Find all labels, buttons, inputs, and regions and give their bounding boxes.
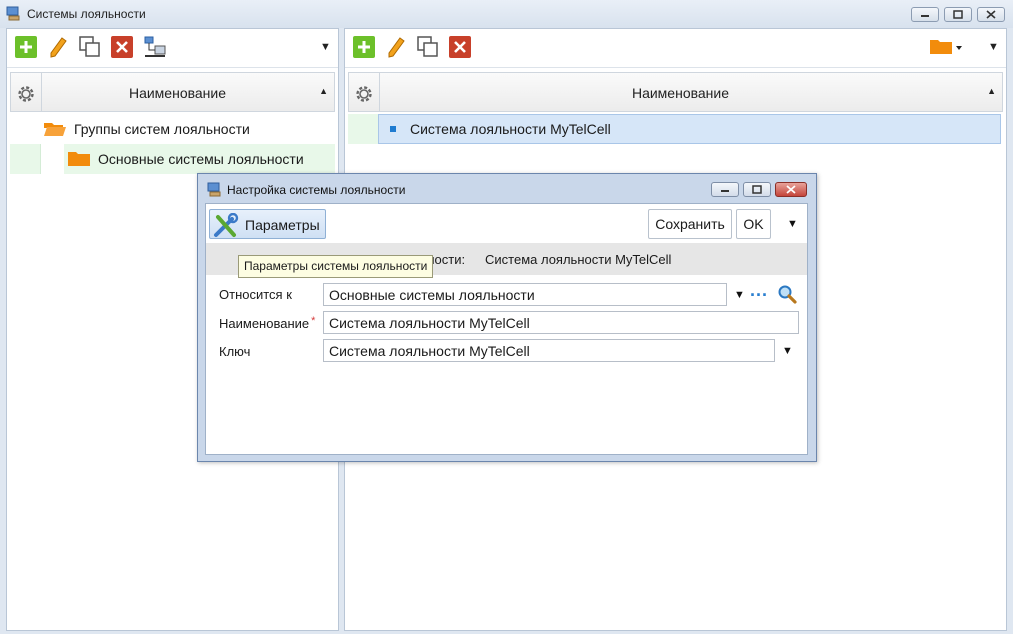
column-header-name[interactable]: Наименование <box>41 85 314 101</box>
systems-toolbar: ▼ <box>345 29 1006 68</box>
row-indicator <box>348 114 378 144</box>
belongs-to-label: Относится к <box>219 287 292 302</box>
copy-button[interactable] <box>79 36 101 58</box>
delete-icon <box>449 36 471 58</box>
delete-button[interactable] <box>449 36 471 58</box>
copy-icon <box>79 36 100 57</box>
table-row[interactable]: Система лояльности MyTelCell <box>348 114 1001 144</box>
dialog-maximize-button[interactable] <box>743 182 771 197</box>
copy-icon <box>417 36 438 57</box>
key-label: Ключ <box>219 344 251 359</box>
gear-icon <box>18 86 34 102</box>
app-computer-icon <box>207 182 221 197</box>
minimize-icon <box>721 190 729 192</box>
dialog-minimize-button[interactable] <box>711 182 739 197</box>
edit-button[interactable] <box>385 36 407 58</box>
add-button[interactable] <box>353 36 375 58</box>
copy-button[interactable] <box>417 36 439 58</box>
pencil-icon <box>388 37 405 58</box>
belongs-to-dropdown-arrow[interactable]: ▼ <box>734 289 745 301</box>
tree-item-label: Группы систем лояльности <box>74 121 250 137</box>
pencil-icon <box>50 37 67 58</box>
groups-grid-header: Наименование ▲ <box>10 72 335 112</box>
systems-grid-header: Наименование ▲ <box>348 72 1003 112</box>
row-indicator <box>10 144 41 174</box>
app-computer-icon <box>6 6 20 21</box>
belongs-to-select[interactable]: Основные системы лояльности <box>323 283 727 306</box>
name-label-text: Наименование <box>219 316 310 331</box>
sort-ascending-icon[interactable]: ▲ <box>319 86 328 96</box>
folder-filter-dropdown[interactable] <box>929 36 965 58</box>
close-window-button[interactable] <box>977 7 1005 22</box>
info-value: Система лояльности MyTelCell <box>485 252 672 267</box>
ok-button[interactable]: OK <box>736 209 771 239</box>
browse-dots-button[interactable]: ... <box>750 280 768 301</box>
tree-item-root-group[interactable]: Группы систем лояльности <box>10 114 335 144</box>
row-selection-highlight: Система лояльности MyTelCell <box>378 114 1001 144</box>
folder-icon <box>68 152 90 166</box>
dialog-close-button[interactable] <box>775 182 807 197</box>
close-icon <box>986 10 996 19</box>
params-button-label: Параметры <box>245 217 320 233</box>
column-settings-button[interactable] <box>11 73 42 111</box>
name-label: Наименование * <box>219 315 316 331</box>
sort-ascending-icon[interactable]: ▲ <box>987 86 996 96</box>
add-button[interactable] <box>15 36 37 58</box>
delete-button[interactable] <box>111 36 133 58</box>
window-titlebar: Системы лояльности <box>0 0 1013 28</box>
panel-menu-dropdown[interactable]: ▼ <box>320 41 331 53</box>
save-button[interactable]: Сохранить <box>648 209 732 239</box>
dialog-title: Настройка системы лояльности <box>227 183 406 197</box>
groups-toolbar: ▼ <box>7 29 338 68</box>
folder-open-icon <box>44 123 66 136</box>
folder-icon <box>930 40 962 54</box>
window-title: Системы лояльности <box>27 7 146 21</box>
tools-icon <box>214 213 239 237</box>
plus-icon <box>15 36 37 58</box>
dialog-body: Параметры Сохранить OK ▼ льности: Систем… <box>205 203 808 455</box>
plus-icon <box>353 36 375 58</box>
item-bullet-icon <box>390 126 396 132</box>
restore-icon <box>752 185 762 194</box>
key-dropdown-arrow[interactable]: ▼ <box>782 345 793 357</box>
minimize-button[interactable] <box>911 7 939 22</box>
name-input[interactable]: Система лояльности MyTelCell <box>323 311 799 334</box>
gear-icon <box>356 86 372 102</box>
required-marker: * <box>311 315 316 327</box>
search-icon[interactable] <box>777 284 797 304</box>
panel-menu-dropdown[interactable]: ▼ <box>988 41 999 53</box>
params-button[interactable]: Параметры <box>209 209 326 239</box>
restore-icon <box>953 10 963 19</box>
delete-icon <box>111 36 133 58</box>
tree-item-label: Основные системы лояльности <box>98 151 304 167</box>
column-header-name[interactable]: Наименование <box>379 85 982 101</box>
column-settings-button[interactable] <box>349 73 380 111</box>
hierarchy-button[interactable] <box>143 36 166 58</box>
minimize-icon <box>921 15 929 17</box>
maximize-button[interactable] <box>944 7 972 22</box>
close-icon <box>786 185 796 194</box>
network-tree-icon <box>144 36 166 57</box>
dialog-menu-dropdown[interactable]: ▼ <box>787 218 798 230</box>
edit-button[interactable] <box>47 36 69 58</box>
row-label: Система лояльности MyTelCell <box>410 121 611 137</box>
key-select[interactable]: Система лояльности MyTelCell <box>323 339 775 362</box>
loyalty-settings-dialog: Настройка системы лояльности Параметры С… <box>197 173 817 462</box>
params-tooltip: Параметры системы лояльности <box>238 255 434 278</box>
tree-item-main-group[interactable]: Основные системы лояльности <box>10 144 335 174</box>
